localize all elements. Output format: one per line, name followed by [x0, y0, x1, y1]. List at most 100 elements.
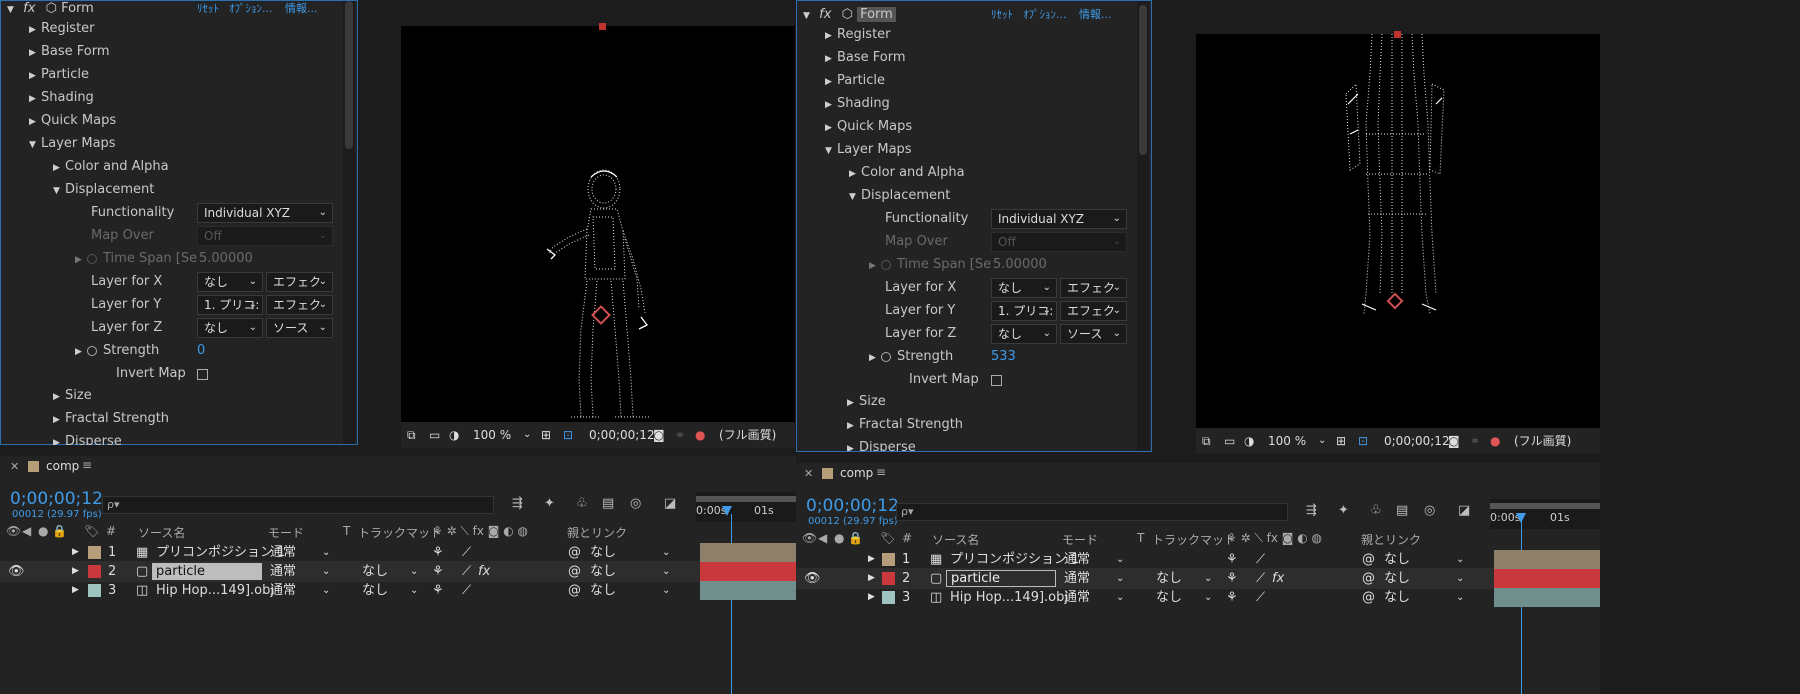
- label-swatch[interactable]: [882, 591, 895, 604]
- source-name-header[interactable]: ソース名: [932, 531, 979, 548]
- quality-switch-icon[interactable]: ⟋: [1256, 568, 1265, 589]
- expand-triangle-icon[interactable]: ▶: [53, 430, 65, 445]
- stopwatch-icon[interactable]: [881, 259, 891, 270]
- parent-dropdown[interactable]: なし: [1384, 587, 1410, 608]
- expand-triangle-icon[interactable]: ▶: [72, 580, 79, 601]
- layer-row[interactable]: ▶ 1 ▦ プリコンポジション 1 通常 ⌄ ⚘ ⟋ @ なし ⌄: [0, 542, 700, 563]
- audio-icon[interactable]: ◀: [818, 531, 827, 545]
- chevron-down-icon[interactable]: ⌄: [1204, 568, 1212, 589]
- fx-switch-icon[interactable]: fx: [1272, 568, 1284, 589]
- layer-y-mode-dropdown[interactable]: エフェク ⌄: [266, 295, 333, 315]
- menu-icon[interactable]: ≡: [876, 465, 886, 479]
- camera-icon[interactable]: ◙: [1448, 428, 1460, 454]
- fx-switch-icon[interactable]: fx: [478, 561, 490, 582]
- region-icon[interactable]: ⊡: [563, 422, 573, 448]
- expand-triangle-icon[interactable]: ▶: [868, 587, 875, 608]
- chevron-down-icon[interactable]: ⌄: [1204, 587, 1212, 608]
- scrollbar-thumb[interactable]: [345, 1, 353, 149]
- chevron-down-icon[interactable]: ⌄: [1456, 568, 1464, 589]
- layer-name[interactable]: Hip Hop...149].obj: [950, 587, 1068, 608]
- scrollbar[interactable]: [1137, 1, 1149, 451]
- layer-x-dropdown[interactable]: なし ⌄: [197, 272, 263, 292]
- shy-switch-icon[interactable]: ⚘: [1226, 587, 1238, 608]
- trackmatte-dropdown[interactable]: なし: [1156, 568, 1182, 589]
- draft3d-icon[interactable]: ✦: [1338, 503, 1349, 518]
- shy-switch-icon[interactable]: ⚘: [432, 561, 444, 582]
- color-channel-icon[interactable]: ●: [695, 422, 705, 448]
- work-area-bar[interactable]: [1490, 503, 1600, 509]
- mask-icon[interactable]: ◑: [449, 422, 459, 448]
- functionality-dropdown[interactable]: Individual XYZ ⌄: [197, 203, 333, 223]
- pickwhip-icon[interactable]: @: [568, 561, 581, 582]
- frame-blend-icon[interactable]: ▤: [1396, 503, 1408, 518]
- group-disperse[interactable]: ▶ Disperse: [1, 429, 357, 445]
- comp-mini-flowchart-icon[interactable]: ⇶: [1306, 503, 1317, 518]
- chevron-down-icon[interactable]: ⌄: [1456, 549, 1464, 570]
- chevron-down-icon[interactable]: ⌄: [1116, 587, 1124, 608]
- layer-y-dropdown[interactable]: 1. プリコ: ⌄: [197, 295, 263, 315]
- search-input[interactable]: ρ▾: [102, 496, 494, 514]
- mode-dropdown[interactable]: 通常: [270, 561, 296, 582]
- scrollbar-thumb[interactable]: [1139, 5, 1147, 155]
- close-icon[interactable]: ✕: [804, 467, 813, 480]
- layer-x-mode-dropdown[interactable]: エフェク ⌄: [1060, 278, 1127, 298]
- stopwatch-icon[interactable]: [87, 345, 97, 356]
- pickwhip-icon[interactable]: @: [1362, 587, 1375, 608]
- link-icon[interactable]: ⚭: [1470, 428, 1480, 454]
- stopwatch-icon[interactable]: [87, 253, 97, 264]
- viewer-timecode[interactable]: 0;00;00;12: [589, 422, 655, 448]
- parent-dropdown[interactable]: なし: [1384, 568, 1410, 589]
- parent-dropdown[interactable]: なし: [590, 580, 616, 601]
- expand-triangle-icon[interactable]: ▶: [847, 436, 859, 451]
- frame-blend-icon[interactable]: ▤: [602, 496, 614, 511]
- quality-switch-icon[interactable]: ⟋: [1256, 587, 1265, 608]
- source-name-header[interactable]: ソース名: [138, 524, 185, 541]
- camera-icon[interactable]: ◙: [653, 422, 665, 448]
- layer-x-dropdown[interactable]: なし ⌄: [991, 278, 1057, 298]
- mask-icon[interactable]: ◑: [1244, 428, 1254, 454]
- label-icon[interactable]: 🏷: [880, 531, 895, 545]
- snapshot-icon[interactable]: ⧉: [407, 422, 416, 448]
- chevron-down-icon[interactable]: ⌄: [322, 561, 330, 582]
- layer-bar[interactable]: [1494, 569, 1600, 588]
- pickwhip-icon[interactable]: @: [568, 542, 581, 563]
- mode-dropdown[interactable]: 通常: [1064, 568, 1090, 589]
- parent-dropdown[interactable]: なし: [590, 542, 616, 563]
- quality-switch-icon[interactable]: ⟋: [462, 542, 471, 563]
- region-icon[interactable]: ⊡: [1358, 428, 1368, 454]
- pickwhip-icon[interactable]: @: [568, 580, 581, 601]
- layer-bar[interactable]: [1494, 588, 1600, 607]
- quality-dropdown[interactable]: (フル画質): [719, 422, 776, 448]
- menu-icon[interactable]: ≡: [82, 458, 92, 472]
- scrollbar[interactable]: [343, 1, 355, 444]
- layer-z-mode-dropdown[interactable]: ソース ⌄: [266, 318, 333, 338]
- expand-triangle-icon[interactable]: ▶: [72, 561, 79, 582]
- mode-dropdown[interactable]: 通常: [270, 542, 296, 563]
- monitor-icon[interactable]: ▭: [429, 422, 440, 448]
- expand-triangle-icon[interactable]: ▶: [868, 549, 875, 570]
- lock-icon[interactable]: 🔒: [52, 524, 67, 538]
- graph-editor-icon[interactable]: ◪: [664, 496, 676, 511]
- layer-row[interactable]: 👁 ▶ 2 ▢ particle 通常 ⌄ なし ⌄ ⚘ ⟋ fx @ なし ⌄: [0, 561, 700, 582]
- label-swatch[interactable]: [88, 584, 101, 597]
- snapshot-icon[interactable]: ⧉: [1202, 428, 1211, 454]
- layer-row[interactable]: ▶ 3 ◫ Hip Hop...149].obj 通常 ⌄ なし ⌄ ⚘ ⟋ @…: [0, 580, 700, 601]
- parent-dropdown[interactable]: なし: [1384, 549, 1410, 570]
- timeline-timecode[interactable]: 0;00;00;12: [10, 489, 103, 509]
- comp-mini-flowchart-icon[interactable]: ⇶: [512, 496, 523, 511]
- shy-icon[interactable]: ♧: [576, 496, 588, 511]
- chevron-down-icon[interactable]: ⌄: [662, 580, 670, 601]
- layer-name[interactable]: particle: [946, 570, 1056, 587]
- fx-icon[interactable]: fx: [819, 7, 831, 22]
- layer-z-mode-dropdown[interactable]: ソース ⌄: [1060, 324, 1127, 344]
- tab-comp[interactable]: comp: [46, 459, 79, 473]
- solo-icon[interactable]: ●: [38, 524, 48, 538]
- label-swatch[interactable]: [882, 553, 895, 566]
- layer-row[interactable]: ▶ 1 ▦ プリコンポジション 1 通常 ⌄ ⚘ ⟋ @ なし ⌄: [796, 549, 1494, 570]
- zoom-dropdown[interactable]: 100 %: [1268, 428, 1306, 454]
- link-icon[interactable]: ⚭: [675, 422, 685, 448]
- mode-dropdown[interactable]: 通常: [270, 580, 296, 601]
- close-icon[interactable]: ✕: [10, 460, 19, 473]
- monitor-icon[interactable]: ▭: [1224, 428, 1235, 454]
- stopwatch-icon[interactable]: [881, 351, 891, 362]
